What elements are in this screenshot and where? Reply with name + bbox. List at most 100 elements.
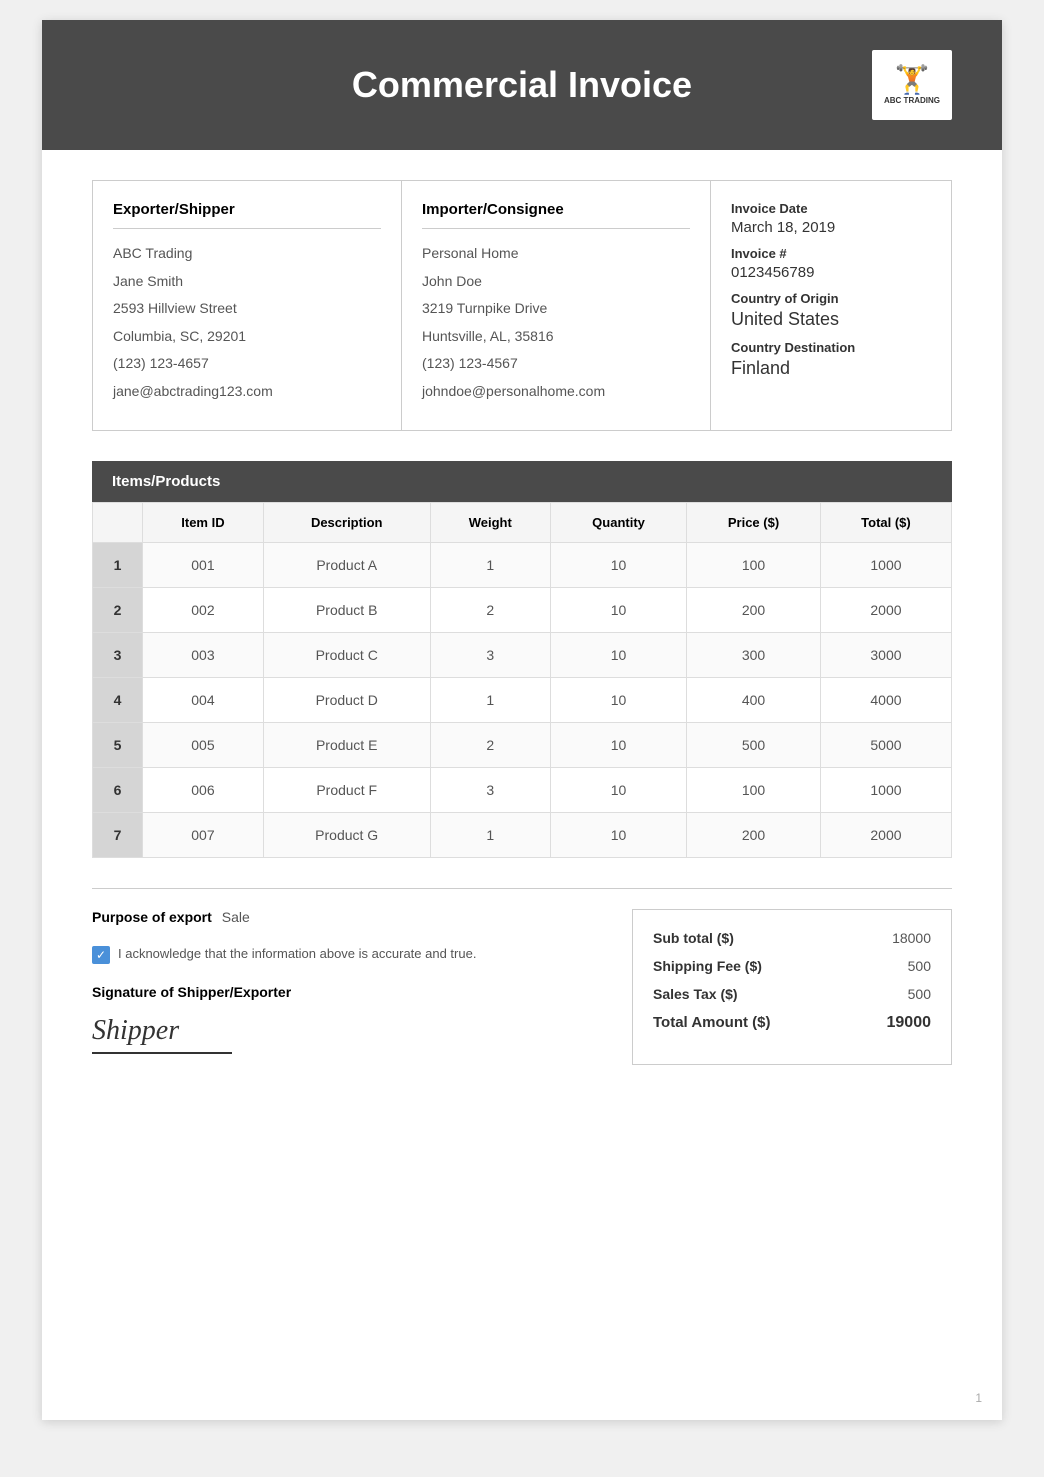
exporter-phone: (123) 123-4657 bbox=[113, 354, 381, 374]
cell-qty: 10 bbox=[550, 587, 686, 632]
exporter-email: jane@abctrading123.com bbox=[113, 382, 381, 402]
checkbox-check-icon: ✓ bbox=[96, 948, 106, 962]
shipping-row: Shipping Fee ($) 500 bbox=[653, 958, 931, 974]
content: Exporter/Shipper ABC Trading Jane Smith … bbox=[42, 150, 1002, 1095]
table-header-row: Item ID Description Weight Quantity Pric… bbox=[93, 502, 952, 542]
cell-weight: 3 bbox=[430, 767, 550, 812]
row-num: 6 bbox=[93, 767, 143, 812]
total-label: Total Amount ($) bbox=[653, 1014, 770, 1032]
cell-desc: Product E bbox=[263, 722, 430, 767]
row-num: 5 bbox=[93, 722, 143, 767]
table-row: 1 001 Product A 1 10 100 1000 bbox=[93, 542, 952, 587]
cell-id: 001 bbox=[143, 542, 264, 587]
shipping-value: 500 bbox=[908, 958, 931, 974]
cell-total: 2000 bbox=[820, 812, 951, 857]
page-title: Commercial Invoice bbox=[172, 64, 872, 106]
invoice-page: Commercial Invoice 🏋 ABC TRADING Exporte… bbox=[42, 20, 1002, 1420]
row-num: 3 bbox=[93, 632, 143, 677]
acknowledge-checkbox[interactable]: ✓ bbox=[92, 946, 110, 964]
subtotal-value: 18000 bbox=[892, 930, 931, 946]
invoice-info-col: Invoice Date March 18, 2019 Invoice # 01… bbox=[711, 181, 951, 430]
importer-email: johndoe@personalhome.com bbox=[422, 382, 690, 402]
origin-label: Country of Origin bbox=[731, 291, 931, 306]
purpose-value: Sale bbox=[222, 909, 250, 925]
exporter-col: Exporter/Shipper ABC Trading Jane Smith … bbox=[93, 181, 402, 430]
cell-price: 200 bbox=[687, 587, 821, 632]
importer-name: John Doe bbox=[422, 272, 690, 292]
cell-weight: 1 bbox=[430, 542, 550, 587]
exporter-address1: 2593 Hillview Street bbox=[113, 299, 381, 319]
cell-qty: 10 bbox=[550, 722, 686, 767]
logo-icon: 🏋 bbox=[895, 66, 930, 94]
info-section: Exporter/Shipper ABC Trading Jane Smith … bbox=[92, 180, 952, 431]
purpose-row: Purpose of export Sale bbox=[92, 909, 582, 925]
importer-col: Importer/Consignee Personal Home John Do… bbox=[402, 181, 711, 430]
importer-heading: Importer/Consignee bbox=[422, 201, 690, 229]
cell-id: 003 bbox=[143, 632, 264, 677]
col-weight: Weight bbox=[430, 502, 550, 542]
cell-total: 3000 bbox=[820, 632, 951, 677]
tax-row: Sales Tax ($) 500 bbox=[653, 986, 931, 1002]
cell-id: 004 bbox=[143, 677, 264, 722]
number-value: 0123456789 bbox=[731, 264, 931, 281]
row-num: 2 bbox=[93, 587, 143, 632]
col-item-id: Item ID bbox=[143, 502, 264, 542]
subtotal-label: Sub total ($) bbox=[653, 930, 734, 946]
number-label: Invoice # bbox=[731, 246, 931, 261]
logo-text: ABC TRADING bbox=[884, 96, 940, 105]
cell-price: 400 bbox=[687, 677, 821, 722]
table-row: 2 002 Product B 2 10 200 2000 bbox=[93, 587, 952, 632]
col-quantity: Quantity bbox=[550, 502, 686, 542]
cell-price: 200 bbox=[687, 812, 821, 857]
cell-desc: Product D bbox=[263, 677, 430, 722]
page-number: 1 bbox=[975, 1391, 982, 1405]
tax-label: Sales Tax ($) bbox=[653, 986, 738, 1002]
logo: 🏋 ABC TRADING bbox=[872, 50, 952, 120]
destination-label: Country Destination bbox=[731, 340, 931, 355]
table-row: 5 005 Product E 2 10 500 5000 bbox=[93, 722, 952, 767]
col-total: Total ($) bbox=[820, 502, 951, 542]
col-num bbox=[93, 502, 143, 542]
cell-qty: 10 bbox=[550, 542, 686, 587]
items-table: Item ID Description Weight Quantity Pric… bbox=[92, 502, 952, 858]
cell-desc: Product F bbox=[263, 767, 430, 812]
signature: Shipper bbox=[92, 1015, 232, 1053]
exporter-company: ABC Trading bbox=[113, 244, 381, 264]
cell-price: 500 bbox=[687, 722, 821, 767]
signature-label: Signature of Shipper/Exporter bbox=[92, 984, 582, 1000]
cell-price: 100 bbox=[687, 767, 821, 812]
cell-id: 005 bbox=[143, 722, 264, 767]
tax-value: 500 bbox=[908, 986, 931, 1002]
acknowledge-row: ✓ I acknowledge that the information abo… bbox=[92, 945, 582, 964]
cell-price: 300 bbox=[687, 632, 821, 677]
cell-qty: 10 bbox=[550, 677, 686, 722]
cell-desc: Product A bbox=[263, 542, 430, 587]
date-label: Invoice Date bbox=[731, 201, 931, 216]
cell-weight: 3 bbox=[430, 632, 550, 677]
row-num: 1 bbox=[93, 542, 143, 587]
importer-company: Personal Home bbox=[422, 244, 690, 264]
date-value: March 18, 2019 bbox=[731, 219, 931, 236]
cell-weight: 1 bbox=[430, 812, 550, 857]
table-row: 6 006 Product F 3 10 100 1000 bbox=[93, 767, 952, 812]
exporter-name: Jane Smith bbox=[113, 272, 381, 292]
total-row: Total Amount ($) 19000 bbox=[653, 1014, 931, 1032]
acknowledge-text: I acknowledge that the information above… bbox=[118, 945, 476, 963]
cell-total: 1000 bbox=[820, 542, 951, 587]
cell-id: 006 bbox=[143, 767, 264, 812]
table-row: 4 004 Product D 1 10 400 4000 bbox=[93, 677, 952, 722]
items-section: Items/Products Item ID Description Weigh… bbox=[92, 461, 952, 858]
cell-weight: 2 bbox=[430, 722, 550, 767]
row-num: 4 bbox=[93, 677, 143, 722]
footer-left: Purpose of export Sale ✓ I acknowledge t… bbox=[92, 909, 602, 1065]
destination-value: Finland bbox=[731, 358, 931, 379]
importer-phone: (123) 123-4567 bbox=[422, 354, 690, 374]
exporter-address2: Columbia, SC, 29201 bbox=[113, 327, 381, 347]
table-row: 3 003 Product C 3 10 300 3000 bbox=[93, 632, 952, 677]
importer-address2: Huntsville, AL, 35816 bbox=[422, 327, 690, 347]
cell-desc: Product B bbox=[263, 587, 430, 632]
cell-weight: 2 bbox=[430, 587, 550, 632]
importer-address1: 3219 Turnpike Drive bbox=[422, 299, 690, 319]
cell-total: 1000 bbox=[820, 767, 951, 812]
cell-id: 002 bbox=[143, 587, 264, 632]
